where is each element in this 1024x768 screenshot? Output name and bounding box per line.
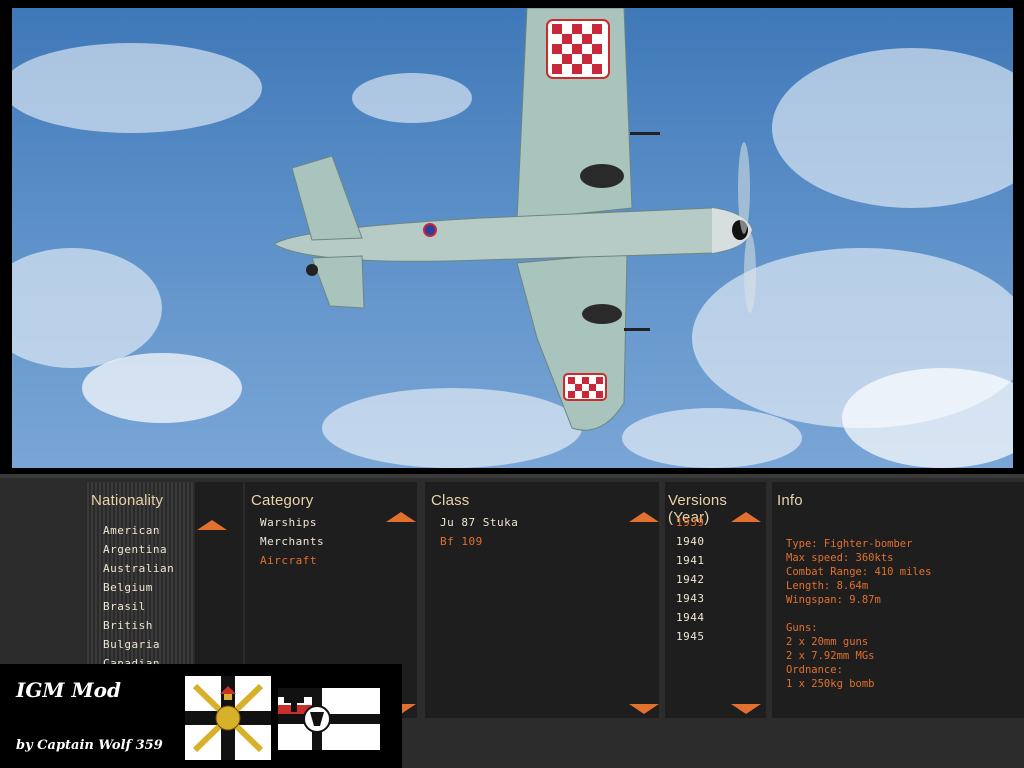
class-item-selected[interactable]: Bf 109 xyxy=(440,532,518,551)
nationality-item[interactable]: American xyxy=(103,521,174,540)
info-line xyxy=(786,607,931,621)
class-title: Class xyxy=(431,492,470,509)
info-text: Type: Fighter-bomber Max speed: 360kts C… xyxy=(786,537,931,691)
aircraft-model xyxy=(272,8,756,431)
nationality-item[interactable]: Australian xyxy=(103,559,174,578)
version-item[interactable]: 1942 xyxy=(676,570,705,589)
info-line: Max speed: 360kts xyxy=(786,552,894,564)
category-item-selected[interactable]: Aircraft xyxy=(260,551,324,570)
info-line: Ordnance: xyxy=(786,664,843,676)
aircraft-scene xyxy=(12,8,1013,468)
panel-nationality: Nationality American Argentina Australia… xyxy=(85,482,243,674)
versions-scroll-up-icon[interactable] xyxy=(731,512,761,522)
version-item[interactable]: 1945 xyxy=(676,627,705,646)
info-line: 1 x 250kg bomb xyxy=(786,678,875,690)
info-line: 2 x 20mm guns xyxy=(786,636,869,648)
nationality-item[interactable]: British xyxy=(103,616,174,635)
info-title: Info xyxy=(777,492,803,509)
nationality-list: American Argentina Australian Belgium Br… xyxy=(103,521,174,673)
mod-badge: IGM Mod by Captain Wolf 359 xyxy=(0,664,402,768)
version-item[interactable]: 1941 xyxy=(676,551,705,570)
aircraft-3d-viewport[interactable] xyxy=(12,8,1013,468)
category-item[interactable]: Warships xyxy=(260,513,324,532)
mod-title: IGM Mod xyxy=(16,678,121,702)
mod-author: by Captain Wolf 359 xyxy=(16,738,163,753)
panel-versions: Versions (Year) 1939 1940 1941 1942 1943… xyxy=(665,482,766,718)
class-scroll-down-icon[interactable] xyxy=(629,704,659,714)
version-item-selected[interactable]: 1939 xyxy=(676,513,705,532)
nationality-scroll-up-icon[interactable] xyxy=(197,520,227,530)
war-ensign-flag-icon xyxy=(278,688,380,750)
nationality-item[interactable]: Argentina xyxy=(103,540,174,559)
divider xyxy=(0,474,1024,478)
category-title: Category xyxy=(251,492,314,509)
info-line: 2 x 7.92mm MGs xyxy=(786,650,875,662)
version-item[interactable]: 1944 xyxy=(676,608,705,627)
class-scroll-up-icon[interactable] xyxy=(629,512,659,522)
iron-cross-flag-icon xyxy=(185,676,271,760)
info-line: Length: 8.64m xyxy=(786,580,869,592)
panel-info: Info Type: Fighter-bomber Max speed: 360… xyxy=(772,482,1024,718)
info-line: Guns: xyxy=(786,622,818,634)
class-list: Ju 87 Stuka Bf 109 xyxy=(440,513,518,551)
category-list: Warships Merchants Aircraft xyxy=(260,513,324,570)
info-line: Combat Range: 410 miles xyxy=(786,566,932,578)
info-line: Type: Fighter-bomber xyxy=(786,538,913,550)
nationality-item[interactable]: Brasil xyxy=(103,597,174,616)
panel-class: Class Ju 87 Stuka Bf 109 xyxy=(425,482,659,718)
nationality-item[interactable]: Belgium xyxy=(103,578,174,597)
class-item[interactable]: Ju 87 Stuka xyxy=(440,513,518,532)
nationality-title: Nationality xyxy=(91,492,164,509)
versions-scroll-down-icon[interactable] xyxy=(731,704,761,714)
category-scroll-up-icon[interactable] xyxy=(386,512,416,522)
version-item[interactable]: 1943 xyxy=(676,589,705,608)
versions-list: 1939 1940 1941 1942 1943 1944 1945 xyxy=(676,513,705,646)
info-line: Wingspan: 9.87m xyxy=(786,594,881,606)
nationality-item[interactable]: Bulgaria xyxy=(103,635,174,654)
version-item[interactable]: 1940 xyxy=(676,532,705,551)
category-item[interactable]: Merchants xyxy=(260,532,324,551)
